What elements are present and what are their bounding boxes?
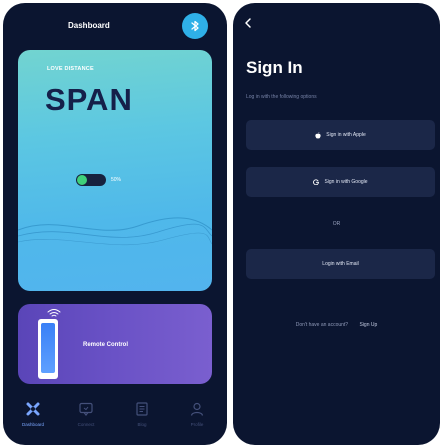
page-title: Dashboard: [68, 21, 110, 30]
remote-control-label: Remote Control: [83, 342, 128, 348]
signup-row: Don't have an account? Sign Up: [233, 322, 440, 328]
love-distance-label: LOVE DISTANCE: [47, 66, 94, 72]
dashboard-icon: [26, 402, 40, 416]
toggle-knob: [77, 175, 87, 185]
tab-dashboard[interactable]: Dashboard: [9, 401, 57, 427]
user-icon: [190, 402, 204, 416]
or-divider: OR: [332, 221, 341, 227]
page-title: Sign In: [246, 58, 303, 77]
bottom-tab-bar: Dashboard Connect Blog Profile: [3, 401, 227, 445]
remote-control-card[interactable]: Remote Control: [18, 304, 212, 384]
apple-signin-button[interactable]: Sign in with Apple: [246, 120, 435, 150]
bluetooth-icon: [191, 20, 199, 32]
no-account-text: Don't have an account?: [295, 322, 349, 328]
tab-profile[interactable]: Profile: [173, 401, 221, 427]
apple-icon: [315, 131, 321, 139]
signup-link[interactable]: Sign Up: [359, 322, 377, 328]
tab-label: Dashboard: [21, 422, 44, 427]
google-signin-label: Sign in with Google: [324, 179, 368, 185]
apple-signin-label: Sign in with Apple: [326, 132, 366, 138]
tab-label: Blog: [137, 422, 147, 427]
google-icon: [313, 179, 320, 185]
tab-label: Connect: [77, 422, 95, 427]
signin-screen: Sign In Log in with the following option…: [233, 3, 440, 445]
google-signin-button[interactable]: Sign in with Google: [246, 167, 435, 197]
wifi-icon: [47, 309, 61, 317]
chat-icon: [79, 402, 93, 416]
document-icon: [136, 402, 148, 416]
dashboard-screen: Dashboard LOVE DISTANCE SPAN 50% Remote …: [3, 3, 227, 445]
tab-blog[interactable]: Blog: [118, 401, 166, 427]
phone-illustration: [38, 319, 58, 379]
toggle-percent-label: 50%: [111, 177, 122, 183]
back-arrow-icon[interactable]: [243, 17, 253, 29]
signin-subtitle: Log in with the following options: [246, 94, 317, 100]
tab-label: Profile: [190, 422, 204, 427]
distance-toggle[interactable]: [76, 174, 106, 186]
bluetooth-button[interactable]: [182, 13, 208, 39]
tab-connect[interactable]: Connect: [62, 401, 110, 427]
wave-graphic: [18, 217, 212, 246]
span-heading: SPAN: [45, 82, 133, 117]
email-login-button[interactable]: Login with Email: [246, 249, 435, 279]
email-login-label: Login with Email: [322, 261, 359, 267]
